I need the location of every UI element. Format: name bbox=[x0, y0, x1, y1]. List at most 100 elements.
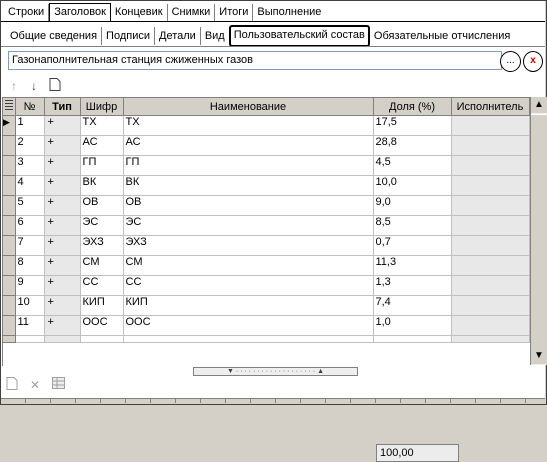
cell-code[interactable]: АС bbox=[80, 135, 124, 156]
cell-executor[interactable] bbox=[451, 135, 530, 156]
cell-share[interactable]: 8,5 bbox=[373, 215, 452, 236]
tab-mandatory-deductions[interactable]: Обязательные отчисления bbox=[370, 27, 514, 45]
table-row[interactable]: 7 + ЭХЗ ЭХЗ 0,7 bbox=[3, 235, 530, 256]
table-row[interactable]: 4 + ВК ВК 10,0 bbox=[3, 175, 530, 196]
cell-type[interactable]: + bbox=[44, 315, 81, 336]
cell-type[interactable]: + bbox=[44, 215, 81, 236]
cell-type[interactable]: + bbox=[44, 295, 81, 316]
cell-name[interactable]: ТХ bbox=[123, 115, 374, 136]
cell-executor[interactable] bbox=[451, 255, 530, 276]
tab-footer[interactable]: Концевик bbox=[111, 4, 168, 21]
row-indicator[interactable] bbox=[3, 215, 16, 236]
cell-number[interactable]: 2 bbox=[15, 135, 45, 156]
cell-share[interactable]: 10,0 bbox=[373, 175, 452, 196]
table-row[interactable]: 6 + ЭС ЭС 8,5 bbox=[3, 215, 530, 236]
tab-rows[interactable]: Строки bbox=[4, 4, 50, 21]
cell-name[interactable]: ЭС bbox=[123, 215, 374, 236]
row-indicator[interactable] bbox=[3, 295, 16, 316]
cell-share[interactable]: 17,5 bbox=[373, 115, 452, 136]
header-share[interactable]: Доля (%) bbox=[373, 98, 452, 116]
cell-type[interactable]: + bbox=[44, 155, 81, 176]
tab-general-info[interactable]: Общие сведения bbox=[6, 27, 103, 45]
row-indicator[interactable] bbox=[3, 275, 16, 296]
cell-share[interactable]: 4,5 bbox=[373, 155, 452, 176]
cell-number[interactable]: 8 bbox=[15, 255, 45, 276]
clear-button[interactable]: x bbox=[523, 51, 543, 72]
cell-code[interactable]: ТХ bbox=[80, 115, 124, 136]
cell-share[interactable]: 7,4 bbox=[373, 295, 452, 316]
cell-name[interactable]: АС bbox=[123, 135, 374, 156]
row-indicator[interactable] bbox=[3, 235, 16, 256]
row-indicator[interactable] bbox=[3, 195, 16, 216]
cell-executor[interactable] bbox=[451, 295, 530, 316]
cell-number[interactable]: 4 bbox=[15, 175, 45, 196]
cell-code[interactable]: СМ bbox=[80, 255, 124, 276]
table-row[interactable]: 5 + ОВ ОВ 9,0 bbox=[3, 195, 530, 216]
cell-number[interactable]: 6 bbox=[15, 215, 45, 236]
table-row[interactable]: 8 + СМ СМ 11,3 bbox=[3, 255, 530, 276]
cell-number[interactable]: 9 bbox=[15, 275, 45, 296]
cell-type[interactable]: + bbox=[44, 255, 81, 276]
row-indicator[interactable] bbox=[3, 135, 16, 156]
cell-code[interactable]: ЭХЗ bbox=[80, 235, 124, 256]
table-row[interactable]: 9 + СС СС 1,3 bbox=[3, 275, 530, 296]
table-row[interactable]: ▶ 1 + ТХ ТХ 17,5 bbox=[3, 115, 530, 136]
cell-number[interactable]: 1 bbox=[15, 115, 45, 136]
cell-type[interactable]: + bbox=[44, 235, 81, 256]
header-executor[interactable]: Исполнитель bbox=[451, 98, 530, 116]
cell-executor[interactable] bbox=[451, 235, 530, 256]
cell-type[interactable]: + bbox=[44, 195, 81, 216]
cell-code[interactable]: ОВ bbox=[80, 195, 124, 216]
cell-number[interactable]: 10 bbox=[15, 295, 45, 316]
cell-code[interactable]: КИП bbox=[80, 295, 124, 316]
move-down-icon[interactable]: ↓ bbox=[26, 78, 42, 94]
grid-icon[interactable] bbox=[50, 377, 66, 393]
tab-snapshots[interactable]: Снимки bbox=[168, 4, 216, 21]
new-document-icon[interactable] bbox=[47, 78, 63, 94]
cell-name[interactable]: ЭХЗ bbox=[123, 235, 374, 256]
cell-executor[interactable] bbox=[451, 115, 530, 136]
cell-share[interactable]: 28,8 bbox=[373, 135, 452, 156]
scroll-up-icon[interactable]: ▲ bbox=[531, 97, 547, 113]
cell-code[interactable]: СС bbox=[80, 275, 124, 296]
tab-totals[interactable]: Итоги bbox=[215, 4, 254, 21]
cell-executor[interactable] bbox=[451, 175, 530, 196]
cell-name[interactable]: ГП bbox=[123, 155, 374, 176]
cell-share[interactable]: 11,3 bbox=[373, 255, 452, 276]
tab-user-composition[interactable]: Пользовательский состав bbox=[228, 25, 370, 47]
cell-type[interactable]: + bbox=[44, 135, 81, 156]
table-row[interactable]: 10 + КИП КИП 7,4 bbox=[3, 295, 530, 316]
cell-name[interactable]: КИП bbox=[123, 295, 374, 316]
row-indicator[interactable]: ▶ bbox=[3, 115, 16, 136]
row-selector-header[interactable] bbox=[3, 98, 16, 116]
cell-share[interactable]: 1,0 bbox=[373, 315, 452, 336]
header-number[interactable]: № bbox=[15, 98, 45, 116]
cell-share[interactable]: 9,0 bbox=[373, 195, 452, 216]
cell-name[interactable]: СМ bbox=[123, 255, 374, 276]
cell-type[interactable]: + bbox=[44, 175, 81, 196]
new-document-icon[interactable] bbox=[4, 377, 20, 393]
tab-view[interactable]: Вид bbox=[201, 27, 229, 45]
scroll-down-icon[interactable]: ▼ bbox=[531, 348, 547, 364]
cell-code[interactable]: ВК bbox=[80, 175, 124, 196]
cell-executor[interactable] bbox=[451, 195, 530, 216]
delete-icon[interactable]: ✕ bbox=[27, 377, 43, 393]
cell-name[interactable]: ВК bbox=[123, 175, 374, 196]
header-type[interactable]: Тип bbox=[44, 98, 81, 116]
cell-name[interactable]: ОВ bbox=[123, 195, 374, 216]
cell-number[interactable]: 3 bbox=[15, 155, 45, 176]
cell-type[interactable]: + bbox=[44, 115, 81, 136]
cell-executor[interactable] bbox=[451, 315, 530, 336]
cell-number[interactable]: 5 bbox=[15, 195, 45, 216]
cell-number[interactable]: 7 bbox=[15, 235, 45, 256]
cell-code[interactable]: ЭС bbox=[80, 215, 124, 236]
cell-name[interactable]: ООС bbox=[123, 315, 374, 336]
scroll-thumb[interactable] bbox=[531, 114, 547, 349]
row-indicator[interactable] bbox=[3, 175, 16, 196]
header-code[interactable]: Шифр bbox=[80, 98, 124, 116]
cell-executor[interactable] bbox=[451, 275, 530, 296]
cell-name[interactable]: СС bbox=[123, 275, 374, 296]
table-row[interactable]: 3 + ГП ГП 4,5 bbox=[3, 155, 530, 176]
header-name[interactable]: Наименование bbox=[123, 98, 374, 116]
cell-type[interactable]: + bbox=[44, 275, 81, 296]
